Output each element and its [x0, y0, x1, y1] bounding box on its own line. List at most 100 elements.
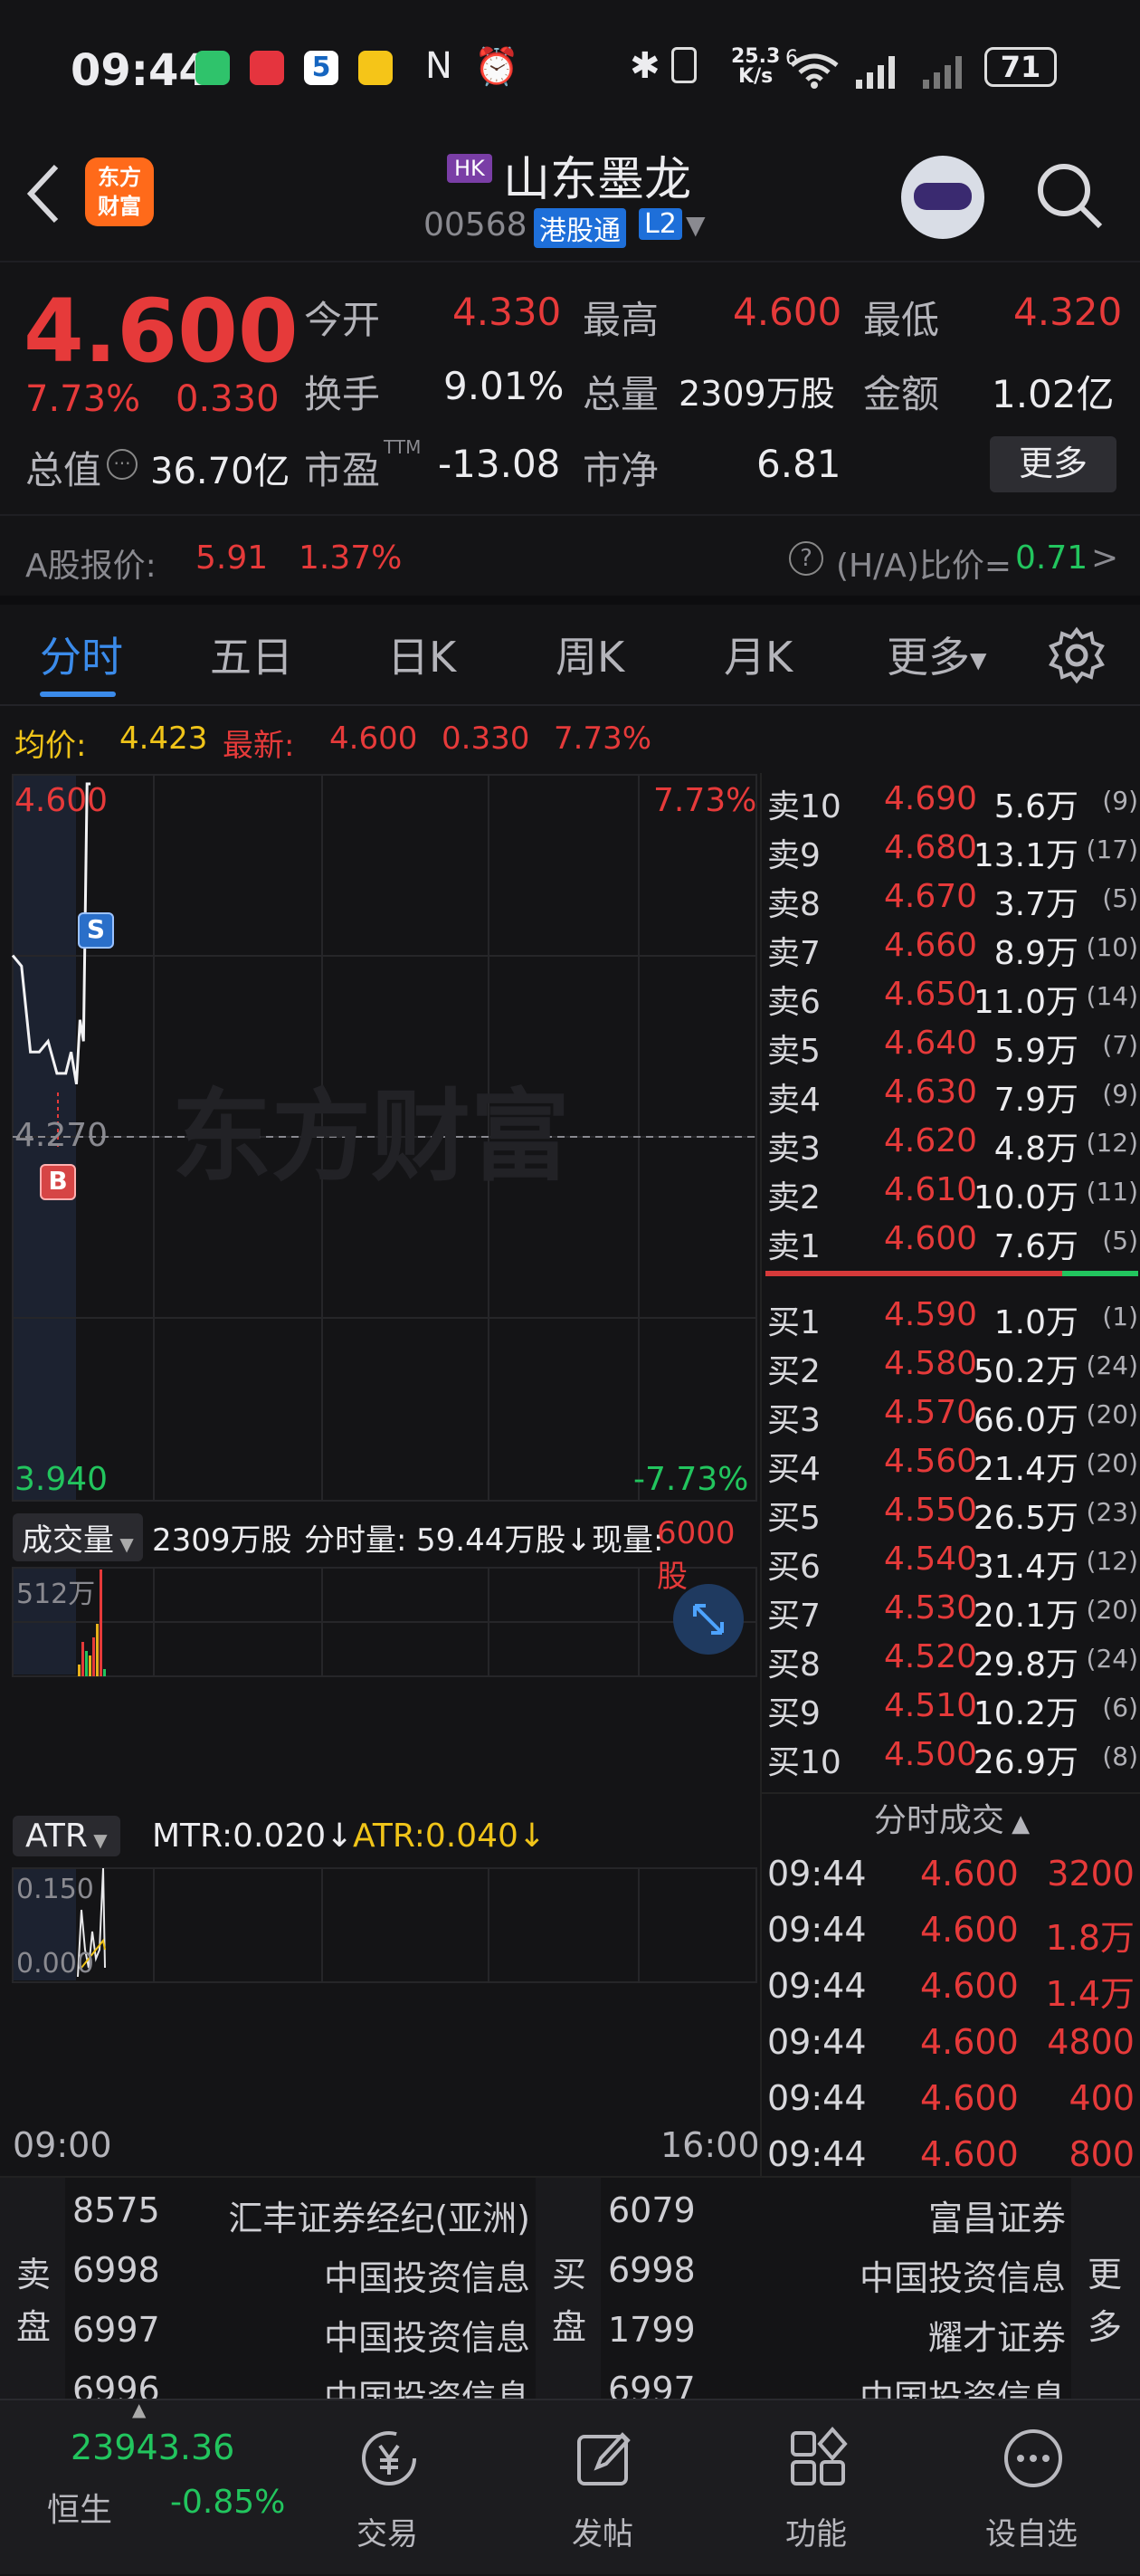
- sell-broker-name[interactable]: 中国投资信息: [324, 2310, 530, 2360]
- ask-order-count: (9): [1102, 1079, 1138, 1109]
- tab-minute[interactable]: 分时: [40, 625, 123, 684]
- ask-row[interactable]: 卖10 4.690 5.6万 (9): [762, 780, 1140, 827]
- atr-indicator-dropdown[interactable]: ATR ▼: [13, 1816, 120, 1856]
- tick-price: 4.600: [920, 2134, 1019, 2174]
- change-pct: 7.73%: [25, 378, 141, 420]
- tab-daily-k[interactable]: 日K: [387, 625, 456, 684]
- nav-post[interactable]: 发帖: [512, 2400, 693, 2576]
- more-info-icon[interactable]: ···: [107, 449, 138, 480]
- sell-side-label: 卖 盘: [0, 2178, 65, 2399]
- market-badge: HK: [447, 154, 492, 183]
- bid-order-count: (23): [1086, 1497, 1138, 1527]
- buy-broker-id: 6079: [608, 2190, 696, 2230]
- ask-row[interactable]: 卖1 4.600 7.6万 (5): [762, 1220, 1140, 1267]
- turnover-value: 9.01%: [443, 364, 565, 408]
- expand-chart-icon[interactable]: [673, 1584, 744, 1655]
- chevron-down-icon[interactable]: ▼: [686, 210, 706, 240]
- level2-badge: L2: [639, 208, 682, 240]
- ask-row[interactable]: 卖9 4.680 13.1万 (17): [762, 829, 1140, 876]
- settings-gear-icon[interactable]: [1048, 626, 1106, 684]
- atr-axis-bottom: 0.000: [16, 1948, 94, 1980]
- ask-row[interactable]: 卖6 4.650 11.0万 (14): [762, 976, 1140, 1023]
- ask-order-count: (9): [1102, 786, 1138, 816]
- nav-add-watchlist[interactable]: 设自选: [941, 2400, 1122, 2576]
- bid-row[interactable]: 买6 4.540 31.4万 (12): [762, 1541, 1140, 1588]
- tab-five-day[interactable]: 五日: [210, 625, 293, 684]
- sell-broker-name[interactable]: 汇丰证券经纪(亚洲): [228, 2190, 530, 2240]
- y-axis-bottom: 3.940: [14, 1461, 109, 1498]
- back-arrow-icon[interactable]: [24, 161, 63, 226]
- bid-level-label: 买7: [767, 1598, 821, 1635]
- volume-minute-label: 分时量:: [304, 1522, 407, 1559]
- bid-order-count: (24): [1086, 1350, 1138, 1380]
- buy-broker-name[interactable]: 耀才证券: [928, 2310, 1066, 2360]
- bid-row[interactable]: 买5 4.550 26.5万 (23): [762, 1492, 1140, 1539]
- sell-broker-name[interactable]: 中国投资信息: [324, 2370, 530, 2399]
- sell-marker[interactable]: S: [78, 912, 114, 949]
- trade-yen-icon: [362, 2431, 416, 2485]
- ticks-header[interactable]: 分时成交 ▲: [762, 1794, 1140, 1841]
- bid-row[interactable]: 买1 4.590 1.0万 (1): [762, 1296, 1140, 1343]
- latest-chg: 0.330: [442, 720, 530, 757]
- ask-order-count: (17): [1086, 835, 1138, 864]
- a-share-bar[interactable]: A股报价: 5.91 1.37% ? (H/A)比价= 0.71 >: [0, 518, 1140, 605]
- tick-volume: 1.8万: [1045, 1918, 1135, 1958]
- robot-assistant-icon[interactable]: [901, 156, 984, 239]
- bid-row[interactable]: 买2 4.580 50.2万 (24): [762, 1345, 1140, 1392]
- help-icon[interactable]: ?: [789, 541, 823, 576]
- volume-total: 2309万股: [152, 1522, 292, 1559]
- pct-axis-bottom: -7.73%: [633, 1461, 749, 1498]
- brokers-more-button[interactable]: 更 多: [1071, 2178, 1140, 2399]
- hang-seng-index[interactable]: ▲ 23943.36 恒生 -0.85%: [0, 2399, 299, 2576]
- time-axis-end: 16:00: [660, 2125, 760, 2165]
- tick-time: 09:44: [767, 1854, 867, 1894]
- ask-level-label: 卖8: [767, 886, 821, 923]
- ask-row[interactable]: 卖7 4.660 8.9万 (10): [762, 927, 1140, 974]
- buy-broker-name[interactable]: 中国投资信息: [860, 2370, 1066, 2399]
- bid-row[interactable]: 买10 4.500 26.9万 (8): [762, 1736, 1140, 1783]
- bid-level-label: 买2: [767, 1353, 821, 1390]
- bid-row[interactable]: 买4 4.560 21.4万 (20): [762, 1443, 1140, 1490]
- tab-monthly-k[interactable]: 月K: [724, 625, 793, 684]
- amount-value: 1.02亿: [992, 372, 1115, 416]
- ask-level-label: 卖5: [767, 1033, 821, 1070]
- tab-weekly-k[interactable]: 周K: [556, 625, 624, 684]
- ask-row[interactable]: 卖3 4.620 4.8万 (12): [762, 1122, 1140, 1169]
- tick-time: 09:44: [767, 1910, 867, 1950]
- bid-order-count: (8): [1102, 1741, 1138, 1771]
- stock-name: 山东墨龙: [503, 153, 692, 207]
- tick-row: 09:44 4.600 1.8万: [762, 1910, 1140, 1964]
- more-dots-icon: [1004, 2429, 1062, 2487]
- buy-marker[interactable]: B: [40, 1164, 76, 1200]
- ask-row[interactable]: 卖2 4.610 10.0万 (11): [762, 1171, 1140, 1218]
- ask-row[interactable]: 卖8 4.670 3.7万 (5): [762, 878, 1140, 925]
- ask-volume: 7.9万: [993, 1082, 1078, 1119]
- bid-row[interactable]: 买3 4.570 66.0万 (20): [762, 1394, 1140, 1441]
- volume-indicator-dropdown[interactable]: 成交量 ▼: [13, 1513, 143, 1561]
- tab-more[interactable]: 更多▼: [887, 625, 986, 684]
- nav-functions[interactable]: 功能: [726, 2400, 907, 2576]
- ask-row[interactable]: 卖5 4.640 5.9万 (7): [762, 1025, 1140, 1072]
- bid-row[interactable]: 买8 4.520 29.8万 (24): [762, 1638, 1140, 1685]
- sell-broker-name[interactable]: 中国投资信息: [324, 2250, 530, 2300]
- index-pct: -0.85%: [170, 2484, 286, 2521]
- chevron-up-icon: ▲: [132, 2399, 147, 2420]
- period-tabs: 分时 五日 日K 周K 月K 更多▼: [0, 605, 1140, 706]
- pct-axis-top: 7.73%: [653, 782, 757, 819]
- last-price: 4.600: [24, 281, 299, 382]
- buy-broker-name[interactable]: 富昌证券: [928, 2190, 1066, 2240]
- ask-level-label: 卖9: [767, 837, 821, 874]
- ask-row[interactable]: 卖4 4.630 7.9万 (9): [762, 1073, 1140, 1121]
- more-button[interactable]: 更多: [990, 436, 1116, 492]
- bid-row[interactable]: 买7 4.530 20.1万 (20): [762, 1589, 1140, 1636]
- search-icon[interactable]: [1035, 161, 1106, 232]
- avg-value: 4.423: [119, 720, 208, 757]
- ha-ratio-value: 0.71: [1015, 539, 1088, 577]
- app-logo[interactable]: 东方 财富: [85, 157, 154, 226]
- ask-price: 4.630: [884, 1073, 978, 1111]
- bid-row[interactable]: 买9 4.510 10.2万 (6): [762, 1687, 1140, 1734]
- ask-order-count: (7): [1102, 1030, 1138, 1060]
- nav-trade[interactable]: 交易: [297, 2400, 478, 2576]
- intraday-chart-area[interactable]: 东方财富 4.600 4.270 3.940 7.73% -7.73% S B …: [0, 773, 760, 2176]
- buy-broker-name[interactable]: 中国投资信息: [860, 2250, 1066, 2300]
